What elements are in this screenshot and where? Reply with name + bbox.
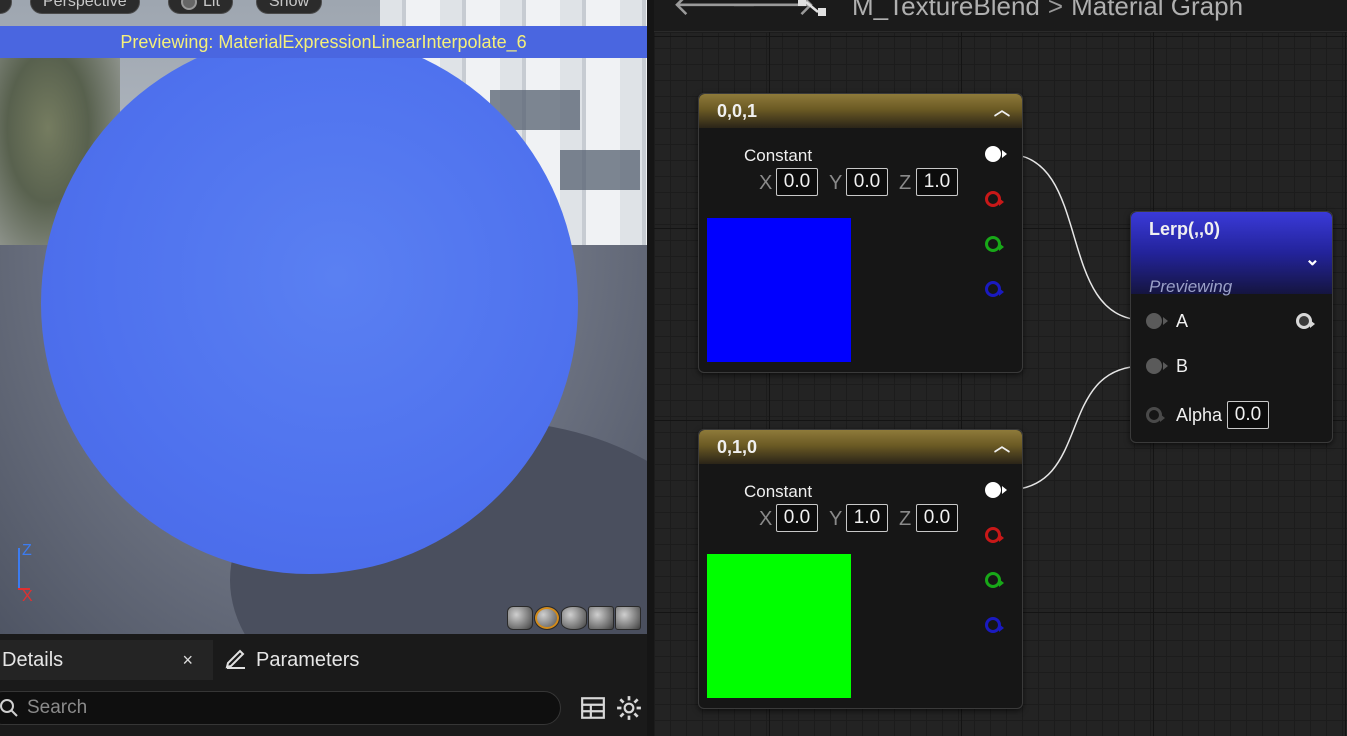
x-axis-label: X: [22, 588, 33, 605]
details-panel: Details × Parameters: [0, 634, 647, 736]
cylinder-preview-icon[interactable]: [507, 606, 533, 630]
chevron-down-icon[interactable]: ⌄: [1305, 242, 1320, 276]
custom-mesh-preview-icon[interactable]: [615, 606, 641, 630]
output-pin-rgb[interactable]: [985, 146, 1007, 162]
back-arrow-icon[interactable]: 🡐: [672, 0, 758, 20]
lit-label: Lit: [203, 0, 220, 10]
output-pin-b[interactable]: [985, 281, 1004, 297]
pin-label-b: B: [1176, 356, 1189, 376]
search-icon: [0, 699, 18, 717]
material-graph-canvas[interactable]: 🡐 🡒 M_TextureBlend > Material Graph 0,0,1 …: [654, 0, 1347, 736]
wire-green-to-b[interactable]: [1005, 365, 1145, 491]
parameters-tab-label: Parameters: [256, 649, 360, 671]
graph-header: 🡐 🡒 M_TextureBlend > Material Graph: [654, 0, 1347, 32]
z-value-field[interactable]: 1.0: [916, 168, 958, 196]
output-pin-r[interactable]: [985, 527, 1004, 543]
graph-icon: [798, 0, 826, 16]
input-pin-b[interactable]: [1146, 358, 1168, 374]
breadcrumb-separator: >: [1047, 0, 1064, 21]
output-pin-b[interactable]: [985, 617, 1004, 633]
details-tab-label: Details: [2, 649, 64, 671]
breadcrumb: M_TextureBlend > Material Graph: [852, 0, 1243, 22]
plane-preview-icon[interactable]: [561, 606, 587, 630]
table-view-icon[interactable]: [580, 695, 606, 721]
color-swatch-blue: [707, 218, 851, 362]
x-label: X: [759, 172, 773, 194]
y-label: Y: [829, 172, 843, 194]
wire-blue-to-a[interactable]: [1005, 153, 1145, 321]
collapse-icon[interactable]: ︿: [994, 430, 1010, 464]
details-tab-bar: Details × Parameters: [0, 640, 647, 680]
color-swatch-green: [707, 554, 851, 698]
constant-node-green[interactable]: 0,1,0 ︿ Constant X 0.0 Y 1.0 Z 0.0: [698, 429, 1023, 709]
search-box[interactable]: [0, 691, 561, 725]
tab-parameters[interactable]: Parameters: [224, 640, 444, 680]
node-title-text: 0,1,0: [717, 437, 758, 457]
preview-shape-bar: [507, 606, 641, 630]
y-value-field[interactable]: 0.0: [846, 168, 888, 196]
lerp-node[interactable]: Lerp(,,0) ⌄ Previewing A B Alpha 0.0: [1130, 211, 1333, 443]
material-preview-viewport[interactable]: Perspective Lit Show Previewing: Materia…: [0, 0, 647, 634]
output-pin-r[interactable]: [985, 191, 1004, 207]
output-pin-g[interactable]: [985, 572, 1004, 588]
z-axis-label: Z: [22, 542, 32, 559]
lit-button[interactable]: Lit: [168, 0, 233, 14]
input-pin-alpha[interactable]: [1146, 407, 1165, 423]
tab-details[interactable]: Details ×: [0, 640, 213, 680]
x-label: X: [759, 508, 773, 530]
edit-pencil-icon: [225, 649, 245, 669]
viewport-menu-button[interactable]: [0, 0, 12, 14]
node-title[interactable]: 0,0,1 ︿: [699, 94, 1022, 128]
breadcrumb-asset[interactable]: M_TextureBlend: [852, 0, 1040, 21]
forward-arrow-icon[interactable]: 🡒: [730, 0, 816, 20]
y-label: Y: [829, 508, 843, 530]
collapse-icon[interactable]: ︿: [994, 94, 1010, 128]
z-axis-line: [18, 548, 20, 590]
input-pin-a[interactable]: [1146, 313, 1168, 329]
z-label: Z: [899, 508, 912, 530]
output-pin-rgb[interactable]: [985, 482, 1007, 498]
cube-preview-icon[interactable]: [588, 606, 614, 630]
gear-icon[interactable]: [616, 695, 642, 721]
viewport-toolbar: Perspective Lit Show: [0, 0, 647, 16]
breadcrumb-view[interactable]: Material Graph: [1071, 0, 1243, 21]
show-label: Show: [269, 0, 310, 10]
search-input[interactable]: [27, 696, 527, 720]
x-value-field[interactable]: 0.0: [776, 504, 818, 532]
previewing-status: Previewing: [1149, 277, 1233, 296]
lit-icon: [181, 0, 197, 10]
output-pin-result[interactable]: [1296, 313, 1315, 329]
axis-gizmo: Z X: [14, 542, 54, 612]
show-button[interactable]: Show: [256, 0, 323, 14]
constant-type-label: Constant: [744, 482, 813, 501]
node-title-text: Lerp(,,0): [1149, 219, 1221, 239]
preview-sphere: [41, 33, 578, 574]
z-label: Z: [899, 172, 912, 194]
node-title[interactable]: 0,1,0 ︿: [699, 430, 1022, 464]
node-title[interactable]: Lerp(,,0) ⌄ Previewing: [1131, 212, 1332, 296]
constant-node-blue[interactable]: 0,0,1 ︿ Constant X 0.0 Y 0.0 Z 1.0: [698, 93, 1023, 373]
pin-label-a: A: [1176, 311, 1189, 331]
y-value-field[interactable]: 1.0: [846, 504, 888, 532]
perspective-label: Perspective: [43, 0, 127, 10]
constant-type-label: Constant: [744, 146, 813, 165]
building-window: [560, 150, 640, 190]
node-title-text: 0,0,1: [717, 101, 758, 121]
z-value-field[interactable]: 0.0: [916, 504, 958, 532]
close-icon[interactable]: ×: [182, 640, 193, 680]
output-pin-g[interactable]: [985, 236, 1004, 252]
alpha-value-field[interactable]: 0.0: [1227, 401, 1269, 429]
pin-label-alpha: Alpha: [1176, 405, 1223, 425]
perspective-button[interactable]: Perspective: [30, 0, 140, 14]
sphere-preview-icon[interactable]: [534, 606, 560, 630]
preview-banner: Previewing: MaterialExpressionLinearInte…: [0, 26, 647, 58]
x-value-field[interactable]: 0.0: [776, 168, 818, 196]
